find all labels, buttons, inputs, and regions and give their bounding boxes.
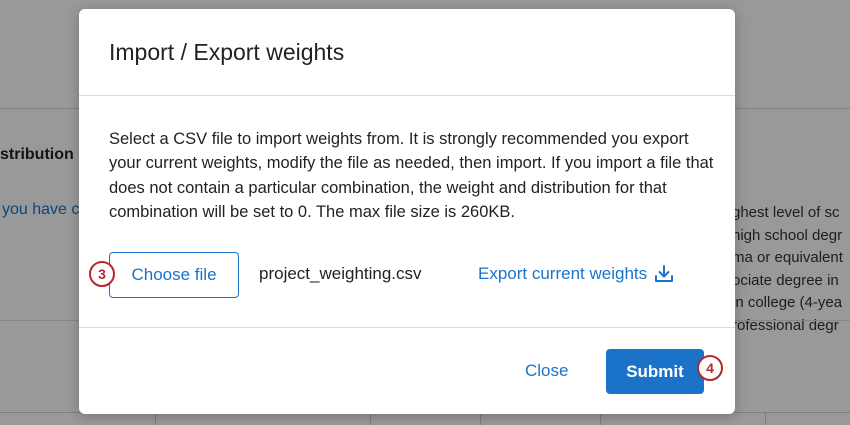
export-link-label: Export current weights (478, 264, 648, 283)
dialog-header-divider (79, 95, 735, 96)
dialog-description: Select a CSV file to import weights from… (109, 130, 714, 222)
import-export-weights-dialog: Import / Export weights Select a CSV fil… (79, 9, 735, 414)
choose-file-button[interactable]: Choose file (109, 252, 239, 298)
dialog-footer-divider (79, 327, 735, 328)
dialog-title: Import / Export weights (109, 39, 345, 65)
step-marker-4: 4 (697, 355, 723, 381)
selected-file-name: project_weighting.csv (259, 264, 422, 283)
download-icon (655, 265, 674, 282)
export-current-weights-link[interactable]: Export current weights (478, 264, 675, 284)
step-marker-3: 3 (89, 261, 115, 287)
submit-button[interactable]: Submit (606, 349, 704, 394)
close-button[interactable]: Close (525, 361, 568, 381)
